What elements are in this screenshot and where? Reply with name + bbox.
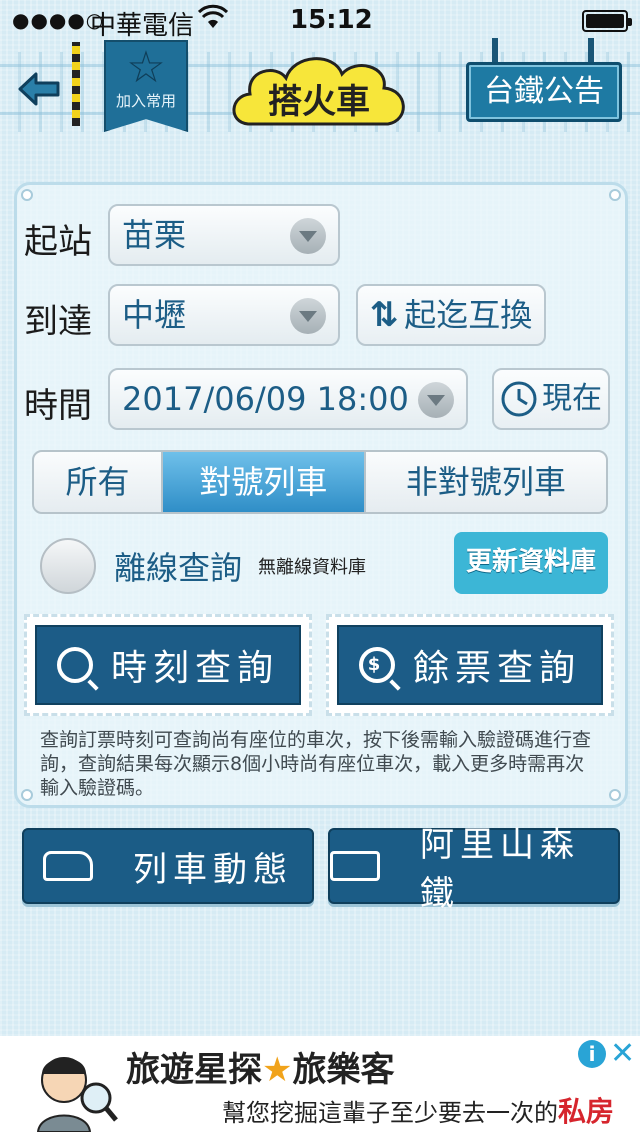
ad-info-icon[interactable]: i: [578, 1040, 606, 1068]
to-value: 中壢: [122, 296, 187, 334]
timetable-button-frame: 時刻查詢: [24, 614, 312, 716]
screw-icon: [21, 189, 33, 201]
to-label: 到達: [24, 302, 92, 342]
explorer-illustration: [36, 1057, 118, 1132]
status-bar: ●●●●○ 中華電信 15:12: [0, 0, 640, 41]
swap-button[interactable]: ⇅ 起迄互換: [356, 284, 546, 346]
dollar-search-icon: $: [358, 647, 395, 683]
train-icon: [43, 851, 93, 881]
ad-banner[interactable]: 旅遊星探★旅樂客 幫您挖掘這輩子至少要去一次的私房秘境 i ✕: [0, 1036, 640, 1136]
battery-icon: [582, 10, 632, 32]
offline-label: 離線查詢: [114, 549, 243, 587]
notice-button[interactable]: 台鐵公告: [466, 62, 622, 122]
train-status-label: 列車動態: [133, 849, 293, 890]
ticket-button-frame: $ 餘票查詢: [326, 614, 614, 716]
ad-brand: 旅樂客: [292, 1050, 395, 1090]
swap-icon: ⇅: [369, 295, 399, 335]
alishan-button[interactable]: 阿里山森鐵: [328, 825, 620, 914]
status-time: 15:12: [290, 5, 373, 35]
offline-status: 無離線資料庫: [258, 557, 366, 578]
to-select[interactable]: 中壢: [108, 284, 340, 346]
clock-icon: [501, 381, 537, 417]
ad-headline: 旅遊星探★旅樂客: [126, 1042, 394, 1091]
chevron-down-icon: [418, 382, 454, 418]
update-db-button[interactable]: 更新資料庫: [454, 532, 608, 594]
ad-subline: 幫您挖掘這輩子至少要去一次的私房秘境: [222, 1090, 640, 1136]
segment-reserved[interactable]: 對號列車: [163, 452, 366, 512]
alishan-train-icon: [330, 851, 380, 881]
segment-non-reserved[interactable]: 非對號列車: [366, 452, 606, 512]
ad-subline-text: 幫您挖掘這輩子至少要去一次的: [222, 1099, 558, 1127]
star-icon: ★: [262, 1050, 293, 1090]
chevron-down-icon: [290, 218, 326, 254]
screw-icon: [21, 789, 33, 801]
ticket-label: 餘票查詢: [412, 648, 581, 689]
ticket-button[interactable]: $ 餘票查詢: [337, 625, 603, 705]
now-label: 現在: [542, 381, 602, 416]
title-cloud: 搭火車: [228, 46, 410, 146]
from-select[interactable]: 苗栗: [108, 204, 340, 266]
timetable-button[interactable]: 時刻查詢: [35, 625, 301, 705]
screw-icon: [609, 789, 621, 801]
close-icon[interactable]: ✕: [610, 1036, 635, 1071]
help-note: 查詢訂票時刻可查詢尚有座位的車次，按下後需輸入驗證碼進行查詢，查詢結果每次顯示8…: [40, 729, 592, 799]
from-label: 起站: [24, 222, 92, 262]
back-button[interactable]: [18, 72, 60, 106]
wifi-icon: [197, 4, 229, 36]
swap-label: 起迄互換: [404, 296, 533, 334]
alishan-label: 阿里山森鐵: [420, 825, 580, 914]
train-type-segment: 所有 對號列車 非對號列車: [32, 450, 608, 514]
star-icon: ☆: [126, 42, 166, 93]
carrier-label: 中華電信: [90, 11, 195, 41]
from-value: 苗栗: [122, 216, 187, 254]
back-arrow-icon: [18, 72, 60, 106]
add-favorite-label: 加入常用: [115, 92, 176, 110]
search-icon: [56, 647, 93, 683]
striped-pole: [72, 42, 80, 126]
ad-headline-part: 旅遊星探: [126, 1050, 262, 1090]
page-title: 搭火車: [268, 82, 370, 122]
time-select[interactable]: 2017/06/09 18:00: [108, 368, 468, 430]
time-value: 2017/06/09 18:00: [122, 380, 409, 418]
segment-all[interactable]: 所有: [34, 452, 164, 512]
timetable-label: 時刻查詢: [110, 648, 279, 689]
now-button[interactable]: 現在: [492, 368, 610, 430]
time-label: 時間: [24, 386, 92, 426]
offline-radio[interactable]: [40, 538, 96, 594]
chevron-down-icon: [290, 298, 326, 334]
train-status-button[interactable]: 列車動態: [22, 828, 314, 904]
add-favorite-button[interactable]: ☆ 加入常用: [104, 40, 188, 132]
screw-icon: [609, 189, 621, 201]
